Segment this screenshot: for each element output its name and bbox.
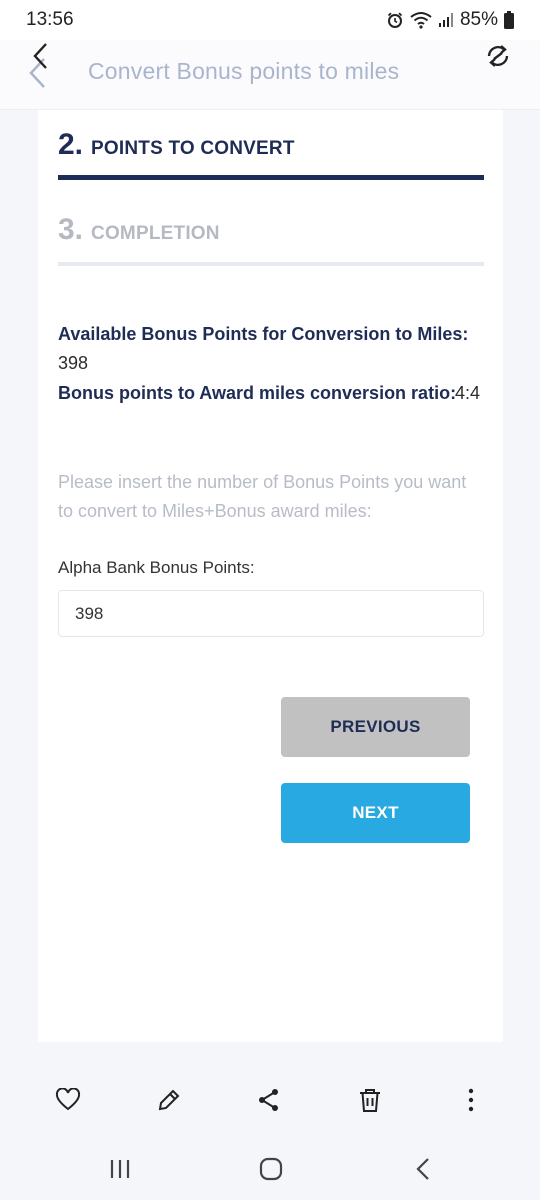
edit-icon[interactable] — [155, 1086, 183, 1114]
alarm-icon — [386, 11, 404, 29]
chevron-left-icon — [33, 43, 47, 69]
conversion-ratio-label: Bonus points to Award miles conversion r… — [58, 383, 457, 403]
page-title: Convert Bonus points to miles — [88, 58, 400, 84]
recent-apps-icon[interactable] — [107, 1156, 133, 1182]
back-button[interactable] — [30, 42, 52, 70]
conversion-card: 2. POINTS TO CONVERT 3. COMPLETION Avail… — [38, 110, 503, 1042]
home-icon[interactable] — [258, 1156, 284, 1182]
heart-icon[interactable] — [54, 1086, 82, 1114]
available-points-label: Available Bonus Points for Conversion to… — [58, 324, 469, 344]
step-label: COMPLETION — [91, 223, 220, 244]
conversion-instructions: Please insert the number of Bonus Points… — [58, 472, 467, 521]
bonus-points-input[interactable] — [58, 590, 484, 637]
bottom-toolbar — [0, 1062, 540, 1140]
share-icon[interactable] — [255, 1086, 283, 1114]
delete-icon[interactable] — [356, 1086, 384, 1114]
app-header: Convert Bonus points to miles — [0, 40, 540, 110]
signal-icon — [438, 12, 454, 28]
status-bar: 13:56 85% — [0, 0, 540, 40]
battery-icon — [504, 11, 514, 29]
refresh-icon[interactable] — [484, 42, 512, 70]
system-nav-bar — [0, 1140, 540, 1200]
previous-button[interactable]: PREVIOUS — [281, 697, 470, 757]
step-number: 2. — [58, 128, 84, 161]
status-icons: 85% — [386, 9, 514, 31]
available-points-value: 398 — [58, 353, 89, 373]
next-button[interactable]: NEXT — [281, 783, 470, 843]
conversion-ratio-value: 4:4 — [455, 383, 481, 403]
step-points-to-convert: 2. POINTS TO CONVERT — [58, 128, 295, 162]
battery-level: 85% — [459, 9, 498, 30]
step-progress-active — [58, 175, 484, 180]
status-time: 13:56 — [26, 9, 74, 30]
step-number: 3. — [58, 213, 84, 246]
step-completion: 3. COMPLETION — [58, 213, 220, 247]
wifi-icon — [410, 11, 432, 29]
bonus-points-field-label: Alpha Bank Bonus Points: — [58, 558, 255, 577]
more-icon[interactable] — [457, 1086, 485, 1114]
step-progress-inactive — [58, 262, 484, 266]
step-label: POINTS TO CONVERT — [91, 138, 295, 159]
back-icon[interactable] — [410, 1156, 436, 1182]
